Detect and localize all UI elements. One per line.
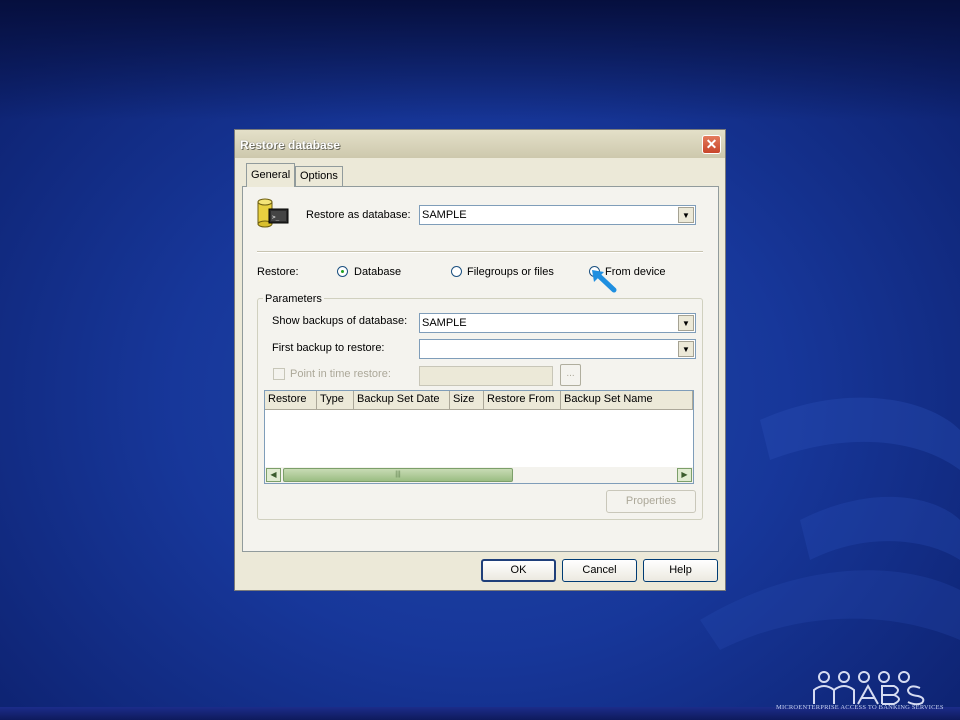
tab-options[interactable]: Options	[295, 166, 343, 186]
chevron-down-icon[interactable]: ▼	[678, 207, 694, 223]
column-size[interactable]: Size	[450, 391, 484, 409]
table-header: Restore Type Backup Set Date Size Restor…	[265, 391, 693, 410]
arrow-right-icon[interactable]: ▶	[677, 468, 692, 482]
column-restore[interactable]: Restore	[265, 391, 317, 409]
chevron-down-icon[interactable]: ▼	[678, 315, 694, 331]
svg-text:>_: >_	[272, 214, 280, 221]
help-button[interactable]: Help	[643, 559, 718, 582]
properties-button[interactable]: Properties	[606, 490, 696, 513]
cancel-button[interactable]: Cancel	[562, 559, 637, 582]
first-backup-combo[interactable]: ▼	[419, 339, 696, 359]
point-in-time-field[interactable]	[419, 366, 553, 386]
column-backup-set-name[interactable]: Backup Set Name	[561, 391, 693, 409]
restore-label: Restore:	[257, 266, 299, 278]
close-icon[interactable]: ✕	[702, 135, 721, 154]
dialog-title: Restore database	[240, 138, 341, 152]
database-icon: >_	[257, 198, 289, 228]
chevron-down-icon[interactable]: ▼	[678, 341, 694, 357]
column-restore-from[interactable]: Restore From	[484, 391, 561, 409]
point-in-time-label: Point in time restore:	[290, 368, 391, 380]
title-bar[interactable]: Restore database ✕	[235, 130, 725, 158]
first-backup-label: First backup to restore:	[272, 342, 385, 354]
logo-tagline: MICROENTERPRISE ACCESS TO BANKING SERVIC…	[776, 704, 944, 711]
parameters-legend: Parameters	[263, 293, 324, 305]
restore-as-label: Restore as database:	[306, 209, 411, 221]
show-backups-combo[interactable]: SAMPLE ▼	[419, 313, 696, 333]
restore-as-database-value: SAMPLE	[422, 209, 467, 221]
point-in-time-browse-button[interactable]: ...	[560, 364, 581, 386]
radio-database-label[interactable]: Database	[354, 266, 401, 278]
divider	[257, 251, 703, 253]
show-backups-label: Show backups of database:	[272, 315, 408, 327]
backup-sets-table[interactable]: Restore Type Backup Set Date Size Restor…	[264, 390, 694, 484]
radio-filegroups[interactable]	[451, 266, 462, 277]
scrollbar-thumb[interactable]: |||	[283, 468, 513, 482]
tab-general[interactable]: General	[246, 163, 296, 187]
radio-database[interactable]	[337, 266, 348, 277]
show-backups-value: SAMPLE	[422, 317, 467, 329]
ok-button[interactable]: OK	[481, 559, 556, 582]
restore-as-database-combo[interactable]: SAMPLE ▼	[419, 205, 696, 225]
radio-filegroups-label[interactable]: Filegroups or files	[467, 266, 554, 278]
arrow-left-icon[interactable]: ◀	[266, 468, 281, 482]
column-backup-set-date[interactable]: Backup Set Date	[354, 391, 450, 409]
column-type[interactable]: Type	[317, 391, 354, 409]
point-in-time-checkbox[interactable]	[273, 368, 285, 380]
horizontal-scrollbar[interactable]: ◀ ||| ▶	[265, 467, 693, 483]
arrow-pointer-icon	[592, 270, 617, 293]
